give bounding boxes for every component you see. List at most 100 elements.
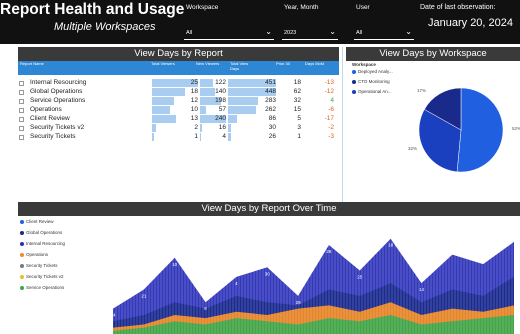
expand-icon[interactable]: [19, 108, 24, 113]
prior-30-value: 15: [293, 106, 301, 113]
table-header: Report Name Total Viewers New Viewers To…: [18, 61, 339, 75]
days-mom-value: -3: [328, 133, 334, 140]
prior-30-value: 1: [297, 133, 301, 140]
days-mom-value: -2: [328, 124, 334, 131]
report-name: Client Review: [30, 115, 70, 122]
total-viewers-value: 18: [190, 88, 198, 95]
total-viewers-bar: [152, 133, 154, 141]
total-view-days-value: 262: [265, 106, 276, 113]
data-label: 10: [172, 262, 178, 267]
table-row[interactable]: Service Operations 12 198 283 32 4: [18, 97, 339, 105]
workspace-filter-label: Workspace: [186, 4, 219, 11]
new-viewers-value: 122: [215, 79, 226, 86]
data-label: 30: [265, 271, 271, 276]
col-new-viewers[interactable]: New Viewers: [196, 61, 220, 67]
pie-slice-label: 17%: [417, 88, 426, 93]
new-viewers-value: 198: [215, 97, 226, 104]
data-label: 21: [141, 294, 147, 299]
expand-icon[interactable]: [19, 135, 24, 140]
year-month-dropdown-value: 2023: [284, 30, 297, 36]
page-title: Report Health and Usage: [0, 1, 185, 18]
report-name: Operations: [30, 106, 62, 113]
expand-icon[interactable]: [19, 99, 24, 104]
total-viewers-bar: [152, 124, 156, 132]
chevron-down-icon: ⌄: [405, 27, 412, 36]
total-viewers-value: 12: [190, 97, 198, 104]
total-view-days-value: 30: [268, 124, 276, 131]
new-viewers-bar: [200, 124, 202, 132]
new-viewers-value: 57: [218, 106, 226, 113]
report-name: Service Operations: [30, 97, 86, 104]
days-mom-value: -12: [324, 88, 334, 95]
col-days-mom[interactable]: Days MoM: [305, 61, 324, 67]
days-mom-value: -17: [324, 115, 334, 122]
prior-30-value: 62: [293, 88, 301, 95]
workspace-pie-title: View Days by Workspace: [346, 47, 520, 61]
user-dropdown-value: All: [356, 30, 363, 36]
view-days-bar: [228, 115, 238, 123]
workspace-pie-chart: 17% 52% 32%: [408, 87, 520, 173]
data-label: 29: [296, 300, 302, 305]
total-viewers-value: 25: [190, 79, 198, 86]
user-filter-label: User: [356, 4, 370, 11]
report-name: Global Operations: [30, 88, 83, 95]
table-row[interactable]: Operations 10 57 262 15 -6: [18, 106, 339, 114]
col-total-view-days[interactable]: Total View Days: [230, 61, 256, 71]
table-row[interactable]: Internal Resourcing 25 122 451 18 -13: [18, 79, 339, 87]
year-month-dropdown[interactable]: 2023 ⌄: [282, 27, 338, 40]
total-viewers-value: 10: [190, 106, 198, 113]
total-viewers-bar: [152, 97, 175, 105]
prior-30-value: 32: [293, 97, 301, 104]
report-table-title: View Days by Report: [18, 47, 339, 61]
col-total-viewers[interactable]: Total Viewers: [151, 61, 175, 67]
days-mom-value: -6: [328, 106, 334, 113]
table-row[interactable]: Client Review 13 240 86 5 -17: [18, 115, 339, 123]
pie-slice[interactable]: [456, 87, 504, 173]
total-view-days-value: 448: [265, 88, 276, 95]
new-viewers-value: 140: [215, 88, 226, 95]
data-label: 24: [110, 313, 116, 318]
view-days-bar: [228, 106, 256, 114]
expand-icon[interactable]: [19, 117, 24, 122]
prior-30-value: 3: [297, 124, 301, 131]
total-viewers-value: 1: [194, 133, 198, 140]
total-view-days-value: 451: [265, 79, 276, 86]
prior-30-value: 5: [297, 115, 301, 122]
total-viewers-bar: [152, 115, 176, 123]
expand-icon[interactable]: [19, 90, 24, 95]
date-label: Date of last observation:: [420, 4, 496, 11]
time-chart: 24211084302928251814: [110, 216, 514, 334]
pie-slice-label: 52%: [512, 126, 520, 131]
expand-icon[interactable]: [19, 81, 24, 86]
year-month-filter-label: Year, Month: [284, 4, 319, 11]
report-name: Security Tickets: [30, 133, 76, 140]
table-row[interactable]: Global Operations 18 140 448 62 -12: [18, 88, 339, 96]
data-label: 28: [326, 249, 332, 254]
days-mom-value: 4: [330, 97, 334, 104]
date-value: January 20, 2024: [428, 17, 514, 29]
data-label: 25: [357, 274, 363, 279]
days-mom-value: -13: [324, 79, 334, 86]
total-viewers-value: 2: [194, 124, 198, 131]
new-viewers-value: 16: [218, 124, 226, 131]
col-report-name[interactable]: Report Name: [20, 61, 44, 67]
time-chart-title: View Days by Report Over Time: [18, 202, 520, 216]
workspace-dropdown[interactable]: All ⌄: [184, 27, 274, 40]
report-name: Internal Resourcing: [30, 79, 87, 86]
pie-slice-label: 32%: [408, 146, 417, 151]
total-viewers-value: 13: [190, 115, 198, 122]
prior-30-value: 18: [293, 79, 301, 86]
data-label: 18: [388, 243, 394, 248]
user-dropdown[interactable]: All ⌄: [354, 27, 414, 40]
divider: [342, 47, 343, 204]
table-row[interactable]: Security Tickets 1 4 26 1 -3: [18, 133, 339, 141]
col-prior-30[interactable]: Prior 30: [276, 61, 290, 67]
expand-icon[interactable]: [19, 126, 24, 131]
table-row[interactable]: Security Tickets v2 2 16 30 3 -2: [18, 124, 339, 132]
new-viewers-value: 240: [215, 115, 226, 122]
total-view-days-value: 283: [265, 97, 276, 104]
data-label: 14: [419, 287, 425, 292]
view-days-bar: [228, 133, 231, 141]
workspace-dropdown-value: All: [186, 30, 193, 36]
new-viewers-bar: [200, 133, 201, 141]
